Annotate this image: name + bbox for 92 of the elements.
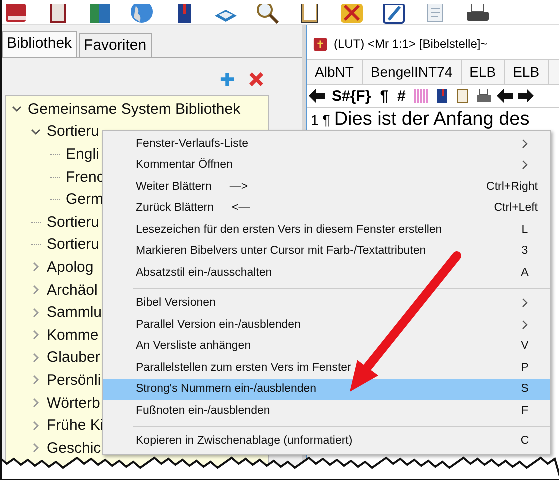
tree-item[interactable]: Apolog [47, 258, 94, 276]
expand-chevron-icon[interactable] [31, 420, 41, 431]
menu-item[interactable]: Kopieren in Zwischenablage (unformatiert) C [103, 430, 550, 452]
verse-text: Dies ist der Anfang des [334, 109, 530, 131]
expand-chevron-icon[interactable] [31, 308, 41, 318]
bible-icon [313, 36, 328, 52]
globe-icon[interactable] [130, 4, 154, 24]
shortcut-key: P [512, 362, 538, 374]
expand-chevron-icon[interactable] [31, 375, 41, 386]
back-arrow-icon[interactable] [309, 89, 325, 103]
menu-item[interactable]: Bibel Versionen [103, 292, 550, 314]
tree-item[interactable]: Engli [66, 146, 100, 163]
tree-item[interactable]: Sortieru [47, 123, 100, 140]
tree-item[interactable]: Sortieru [47, 236, 100, 254]
tree-item[interactable]: Geschic [47, 440, 102, 457]
library-tab[interactable]: Bibliothek [2, 31, 78, 57]
shortcut-key: L [512, 224, 538, 236]
menu-item-label: Lesezeichen für den ersten Vers in diesem Fenster erstellen [136, 224, 442, 236]
menu-item-label: Kopieren in Zwischenablage (unformatiert) [136, 435, 353, 448]
shortcut-key: C [512, 435, 538, 448]
menu-item-label: Kommentar Öffnen [136, 159, 233, 172]
menu-item[interactable]: Absatzstil ein-/ausschalten A [103, 262, 550, 284]
shortcut-key: 3 [512, 245, 538, 258]
menu-item-label: Markieren Bibelvers unter Cursor mit Farb-/Textattributen [136, 245, 426, 258]
menu-item[interactable]: Fußnoten ein-/ausblenden F [103, 400, 550, 422]
toolbar-toggle[interactable]: S#{F} [330, 88, 374, 104]
book-icon[interactable] [4, 4, 28, 24]
toolbar-toggle[interactable]: # [396, 88, 408, 104]
menu-item-label: Weiter Blättern [136, 180, 212, 193]
book-icon[interactable] [88, 4, 112, 24]
menu-item[interactable]: Strong's Nummern ein-/ausblenden S [103, 378, 550, 400]
collapse-chevron-icon[interactable] [31, 126, 41, 137]
shortcut-key: S [512, 383, 538, 396]
arrow-hint: —> [230, 180, 248, 193]
window-title: (LUT) <Mr 1:1> [Bibelstelle]~ [334, 37, 488, 51]
tree-item[interactable]: Archäol [47, 282, 98, 299]
expand-chevron-icon[interactable] [31, 285, 41, 296]
menu-item[interactable]: Weiter Blättern —> Ctrl+Right [103, 176, 550, 198]
menu-item-label: Fenster-Verlaufs-Liste [136, 138, 248, 150]
menu-item[interactable]: Parallel Version ein-/ausblenden [103, 314, 550, 336]
menu-item[interactable]: Kommentar Öffnen [103, 154, 550, 176]
printer-icon[interactable] [476, 89, 492, 103]
shortcut-key: Ctrl+Left [494, 202, 538, 214]
tree-item[interactable]: Wörterb [47, 394, 100, 412]
pen-icon[interactable] [382, 4, 406, 24]
expand-chevron-icon[interactable] [31, 262, 41, 272]
tree-item[interactable]: Germ [66, 191, 104, 208]
menu-item-label: An Versliste anhängen [136, 340, 252, 352]
tree-item[interactable]: Sammlu [47, 304, 102, 322]
shortcut-key: A [512, 266, 538, 279]
tree-item[interactable]: Glauber [47, 349, 100, 366]
back-arrow-icon[interactable] [496, 89, 513, 103]
search-icon[interactable] [256, 4, 280, 24]
version-tab[interactable]: ELB [505, 60, 549, 84]
printer-icon[interactable] [466, 4, 490, 24]
menu-item[interactable]: Fenster-Verlaufs-Liste [103, 133, 550, 154]
menu-item-label: Strong's Nummern ein-/ausblenden [136, 383, 317, 396]
forward-arrow-icon[interactable] [518, 89, 534, 103]
plus-icon[interactable] [220, 72, 235, 87]
toolbar-toggle[interactable]: ¶ [378, 88, 391, 104]
menu-item[interactable]: Markieren Bibelvers unter Cursor mit Farb-/Textattributen 3 [103, 240, 550, 262]
menu-item[interactable]: An Versliste anhängen V [103, 336, 550, 357]
menu-item-label: Absatzstil ein-/ausschalten [136, 266, 272, 279]
expand-chevron-icon[interactable] [31, 398, 41, 408]
shortcut-key: Ctrl+Right [486, 180, 538, 193]
library-tab[interactable]: Favoriten [79, 33, 152, 57]
tree-item[interactable]: Frenc [66, 168, 104, 186]
expand-chevron-icon[interactable] [31, 330, 41, 340]
menu-item-label: Parallelstellen zum ersten Vers im Fenster [136, 362, 352, 374]
close-icon[interactable] [249, 72, 264, 87]
collapse-chevron-icon[interactable] [12, 104, 22, 114]
version-tab[interactable]: AlbNT [307, 60, 363, 84]
version-tab[interactable]: BengelINT74 [362, 60, 462, 84]
tree-item[interactable]: Gemeinsame System Bibliothek [28, 100, 241, 118]
shortcut-key: V [512, 340, 538, 352]
menu-item[interactable]: Zurück Blättern <— Ctrl+Left [103, 198, 550, 219]
tree-item[interactable]: Sortieru [47, 214, 100, 231]
menu-item-label: Parallel Version ein-/ausblenden [136, 318, 301, 331]
menu-item-label: Fußnoten ein-/ausblenden [136, 404, 270, 417]
expand-chevron-icon[interactable] [31, 443, 41, 454]
paragraph-mark: ¶ [322, 112, 330, 128]
menu-item[interactable]: Lesezeichen für den ersten Vers in diesem Fenster erstellen L [103, 219, 550, 240]
expand-chevron-icon[interactable] [31, 352, 41, 363]
menu-item[interactable]: Parallelstellen zum ersten Vers im Fenster P [103, 357, 550, 378]
menu-item-label: Zurück Blättern [136, 202, 214, 214]
shortcut-key: F [512, 404, 538, 417]
verse-number: 1 [311, 112, 319, 128]
arrow-hint: <— [232, 202, 250, 214]
version-tab[interactable]: ELB [462, 60, 506, 84]
tree-item[interactable]: Komme [47, 326, 99, 344]
tree-item[interactable]: Persönli [47, 372, 102, 389]
menu-item-label: Bibel Versionen [136, 297, 216, 310]
